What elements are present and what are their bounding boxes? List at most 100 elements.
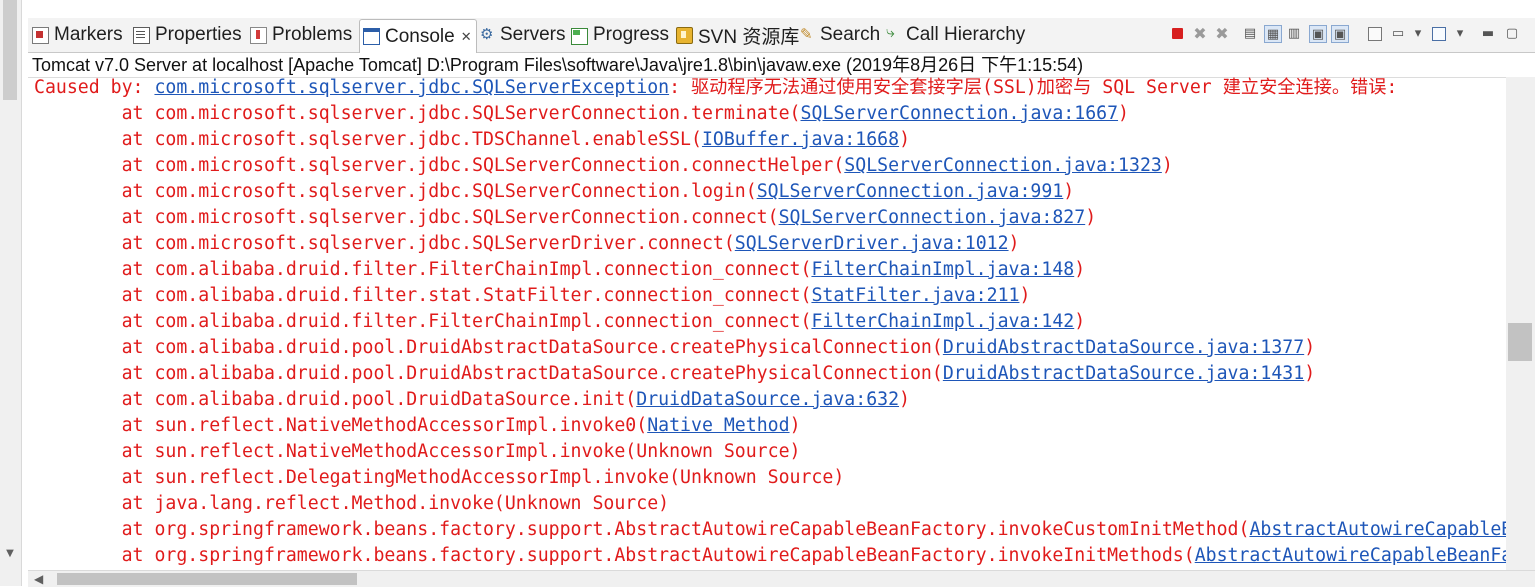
show-on-stdout-icon[interactable]: ▣ (1309, 25, 1327, 43)
close-icon[interactable]: ✕ (461, 29, 472, 45)
console-line-text: at com.alibaba.druid.pool.DruidDataSourc… (34, 389, 637, 410)
scroll-left-arrow-icon[interactable]: ◀ (34, 571, 43, 587)
tab-call-hierarchy[interactable]: Call Hierarchy (886, 20, 1025, 50)
view-tab-bar: Markers Properties Problems Console ✕ Se… (28, 18, 1535, 54)
tab-properties[interactable]: Properties (133, 20, 242, 50)
console-line: at org.springframework.beans.factory.sup… (34, 517, 1506, 543)
console-output[interactable]: Caused by: com.microsoft.sqlserver.jdbc.… (28, 77, 1506, 570)
vertical-scrollbar[interactable] (1506, 77, 1535, 570)
stacktrace-link[interactable]: SQLServerConnection.java:1667 (801, 103, 1119, 124)
tab-label: Problems (272, 24, 353, 45)
display-selected-console-icon[interactable]: ▭ (1390, 25, 1406, 41)
console-line: at com.microsoft.sqlserver.jdbc.SQLServe… (34, 179, 1075, 205)
console-line-text: at com.alibaba.druid.pool.DruidAbstractD… (34, 363, 943, 384)
console-line-text: ) (1008, 233, 1020, 254)
console-line-text: at com.microsoft.sqlserver.jdbc.SQLServe… (34, 207, 779, 228)
console-line-text: ) (1063, 181, 1075, 202)
stacktrace-link[interactable]: FilterChainImpl.java:148 (811, 259, 1074, 280)
console-line-text: at java.lang.reflect.Method.invoke(Unkno… (34, 493, 670, 514)
console-line-text: : 驱动程序无法通过使用安全套接字层(SSL)加密与 SQL Server 建立… (669, 77, 1409, 98)
tab-label: Markers (54, 24, 123, 45)
word-wrap-icon[interactable]: ▥ (1286, 25, 1302, 41)
tab-label: Progress (593, 24, 670, 45)
properties-icon (133, 26, 150, 44)
clear-console-icon[interactable]: ▤ (1242, 25, 1258, 41)
console-line-text: at com.microsoft.sqlserver.jdbc.SQLServe… (34, 103, 801, 124)
console-line: at com.alibaba.druid.pool.DruidAbstractD… (34, 335, 1316, 361)
console-line-text: at com.microsoft.sqlserver.jdbc.SQLServe… (34, 155, 845, 176)
minimize-icon[interactable]: ▬ (1480, 25, 1496, 41)
console-line: Caused by: com.microsoft.sqlserver.jdbc.… (34, 77, 1408, 101)
console-line: at com.microsoft.sqlserver.jdbc.SQLServe… (34, 205, 1097, 231)
maximize-icon[interactable]: ▢ (1504, 25, 1520, 41)
stacktrace-link[interactable]: StatFilter.java:211 (811, 285, 1019, 306)
console-line-text: at sun.reflect.NativeMethodAccessorImpl.… (34, 441, 801, 462)
console-line: at java.lang.reflect.Method.invoke(Unkno… (34, 491, 670, 517)
tab-console[interactable]: Console ✕ (359, 19, 477, 54)
stacktrace-link[interactable]: SQLServerDriver.java:1012 (735, 233, 1009, 254)
vertical-scroll-thumb[interactable] (1508, 323, 1532, 361)
console-line: at com.alibaba.druid.filter.FilterChainI… (34, 309, 1086, 335)
open-console-icon[interactable] (1432, 27, 1446, 41)
horizontal-scroll-thumb[interactable] (57, 573, 357, 585)
stacktrace-link[interactable]: DruidAbstractDataSource.java:1431 (943, 363, 1304, 384)
console-line-text: ) (1118, 103, 1129, 124)
stacktrace-link[interactable]: AbstractAutowireCapableBeanFactory.java (1195, 545, 1506, 566)
console-line-text: Caused by: (34, 77, 155, 98)
tab-markers[interactable]: Markers (32, 20, 123, 50)
console-line: at com.alibaba.druid.filter.stat.StatFil… (34, 283, 1031, 309)
scroll-lock-icon[interactable]: ▦ (1264, 25, 1282, 43)
view-menu-icon[interactable]: ▾ (1410, 25, 1426, 41)
stacktrace-link[interactable]: com.microsoft.sqlserver.jdbc.SQLServerEx… (154, 77, 669, 98)
console-line: at sun.reflect.NativeMethodAccessorImpl.… (34, 439, 801, 465)
console-line-text: at com.alibaba.druid.pool.DruidAbstractD… (34, 337, 943, 358)
servers-icon (480, 25, 495, 43)
tab-label: Properties (155, 24, 242, 45)
tab-label: Console (385, 25, 455, 47)
horizontal-scrollbar[interactable]: ◀ (28, 570, 1535, 587)
problems-icon (250, 26, 267, 44)
console-line-text: at sun.reflect.DelegatingMethodAccessorI… (34, 467, 845, 488)
stacktrace-link[interactable]: FilterChainImpl.java:142 (811, 311, 1074, 332)
console-line-text: ) (789, 415, 801, 436)
console-line-text: at com.alibaba.druid.filter.FilterChainI… (34, 259, 812, 280)
stacktrace-link[interactable]: SQLServerConnection.java:991 (757, 181, 1064, 202)
console-line-text: ) (1074, 311, 1086, 332)
stacktrace-link[interactable]: DruidAbstractDataSource.java:1377 (943, 337, 1304, 358)
stacktrace-link[interactable]: AbstractAutowireCapableBeanFactory.java (1249, 519, 1506, 540)
show-on-stderr-icon[interactable]: ▣ (1331, 25, 1349, 43)
tab-search[interactable]: Search (800, 20, 880, 50)
console-line-text: at org.springframework.beans.factory.sup… (34, 545, 1195, 566)
stacktrace-link[interactable]: SQLServerConnection.java:1323 (844, 155, 1162, 176)
console-line: at com.alibaba.druid.pool.DruidDataSourc… (34, 387, 910, 413)
console-line-text: ) (899, 129, 911, 150)
console-line-text: at com.microsoft.sqlserver.jdbc.SQLServe… (34, 181, 757, 202)
tab-label: SVN 资源库 (698, 26, 800, 48)
chevron-down-icon[interactable]: ▾ (1452, 25, 1468, 41)
terminate-icon[interactable] (1172, 28, 1183, 39)
console-line: at com.microsoft.sqlserver.jdbc.SQLServe… (34, 153, 1173, 179)
console-line-text: ) (899, 389, 910, 410)
console-line: at org.springframework.beans.factory.sup… (34, 543, 1506, 569)
stacktrace-link[interactable]: IOBuffer.java:1668 (702, 129, 899, 150)
stacktrace-link[interactable]: Native Method (647, 415, 789, 436)
tab-progress[interactable]: Progress (571, 20, 669, 50)
console-line: at com.alibaba.druid.filter.FilterChainI… (34, 257, 1086, 283)
call-hierarchy-icon (886, 24, 901, 43)
remove-all-terminated-icon[interactable]: ✖ (1214, 24, 1230, 43)
tab-servers[interactable]: Servers (480, 20, 565, 50)
scroll-down-arrow-icon[interactable]: ▼ (3, 547, 17, 561)
stacktrace-link[interactable]: DruidDataSource.java:632 (636, 389, 899, 410)
console-line: at com.microsoft.sqlserver.jdbc.SQLServe… (34, 231, 1020, 257)
console-icon (363, 28, 380, 45)
console-line-text: at com.microsoft.sqlserver.jdbc.SQLServe… (34, 233, 735, 254)
tab-label: Search (820, 24, 881, 45)
tab-problems[interactable]: Problems (250, 20, 352, 50)
remove-launch-icon[interactable]: ✖ (1192, 24, 1208, 43)
tab-svn-repository[interactable]: SVN 资源库 (676, 20, 799, 50)
stacktrace-link[interactable]: SQLServerConnection.java:827 (779, 207, 1086, 228)
left-scroll-thumb[interactable] (3, 0, 17, 100)
pin-console-icon[interactable] (1368, 27, 1382, 41)
console-line: at sun.reflect.NativeMethodAccessorImpl.… (34, 413, 801, 439)
console-line-text: at com.alibaba.druid.filter.FilterChainI… (34, 311, 812, 332)
